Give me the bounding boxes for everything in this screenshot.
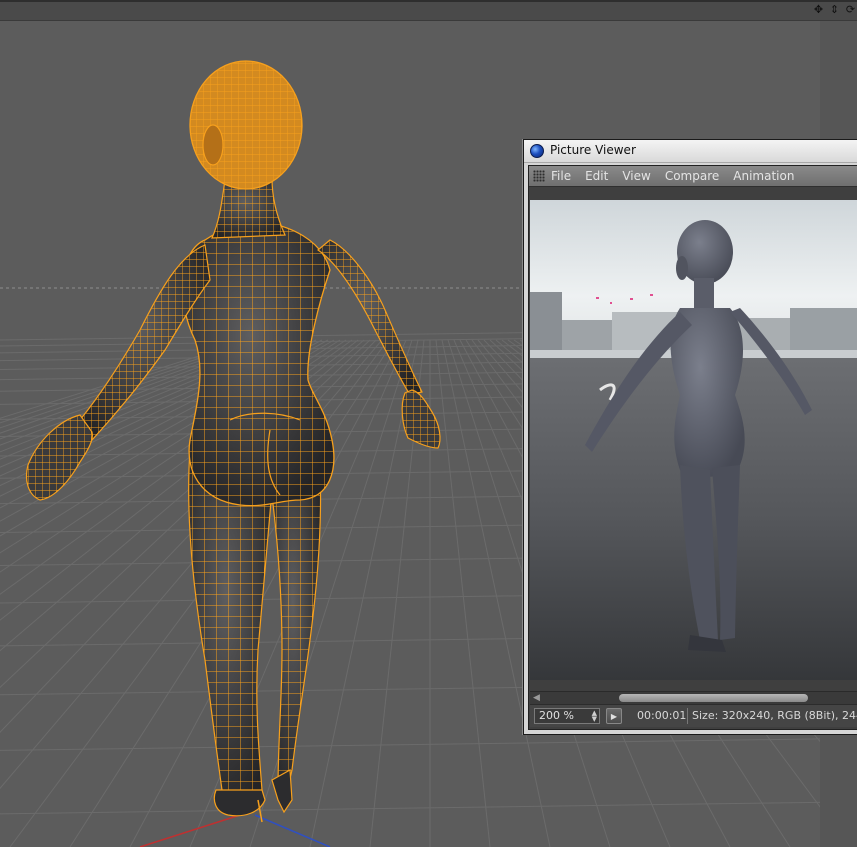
menu-file[interactable]: File: [551, 169, 571, 183]
window-title: Picture Viewer: [550, 143, 636, 157]
play-button[interactable]: ▶: [606, 708, 622, 724]
image-size-info: Size: 320x240, RGB (8Bit), 244: [692, 709, 857, 722]
menu-animation[interactable]: Animation: [733, 169, 794, 183]
menu-edit[interactable]: Edit: [585, 169, 608, 183]
picture-viewer-body: File Edit View Compare Animation ◀ 200 %…: [528, 165, 857, 730]
stepper-arrows-icon[interactable]: ▲ ▼: [592, 710, 597, 723]
viewport-header: ✥ ⇕ ⟳: [0, 0, 857, 21]
status-divider: [687, 708, 688, 724]
rendered-image: [530, 200, 857, 680]
picture-viewer-statusbar: 200 % ▲ ▼ ▶ 00:00:01 Size: 320x240, RGB (…: [530, 704, 857, 727]
picture-viewer-menubar: File Edit View Compare Animation: [529, 166, 857, 187]
menu-compare[interactable]: Compare: [665, 169, 719, 183]
horizontal-scrollbar[interactable]: ◀: [530, 691, 857, 704]
zoom-value: 200 %: [539, 709, 574, 722]
timecode: 00:00:01: [637, 709, 687, 722]
move-view-icon[interactable]: ✥: [812, 3, 825, 16]
zoom-view-icon[interactable]: ⇕: [828, 3, 841, 16]
menu-view[interactable]: View: [622, 169, 650, 183]
picture-viewer-titlebar[interactable]: Picture Viewer: [524, 140, 857, 163]
scrollbar-thumb[interactable]: [619, 694, 808, 702]
play-icon: ▶: [610, 711, 618, 721]
rotate-view-icon[interactable]: ⟳: [844, 3, 857, 16]
scroll-left-icon[interactable]: ◀: [533, 692, 540, 704]
picture-viewer-window[interactable]: Picture Viewer File Edit View Compare An…: [523, 139, 857, 735]
picture-viewer-app-icon: [530, 144, 544, 158]
viewport-nav-icons: ✥ ⇕ ⟳: [812, 3, 857, 17]
menu-grip-icon[interactable]: [533, 170, 545, 182]
zoom-select[interactable]: 200 % ▲ ▼: [534, 708, 600, 724]
